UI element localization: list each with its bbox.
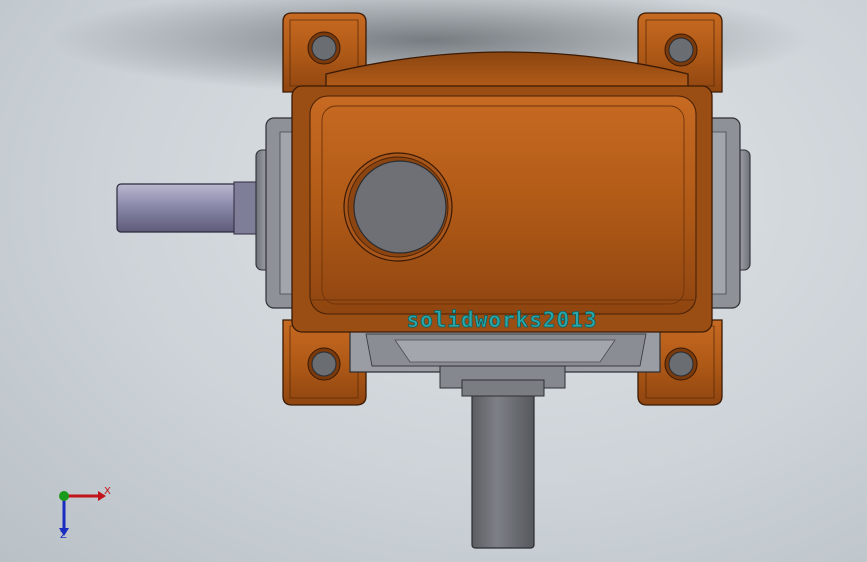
bottom-flange[interactable] [349, 323, 661, 397]
output-shaft[interactable] [471, 391, 535, 549]
gearbox-model[interactable]: solidworks2013 [0, 0, 867, 562]
z-axis-label: Z [60, 530, 67, 541]
graphics-viewport[interactable]: solidworks2013 X Z [0, 0, 867, 562]
watermark-text: solidworks2013 [406, 308, 597, 332]
y-axis-dot [59, 491, 69, 501]
inspection-port[interactable] [343, 152, 453, 262]
x-axis-label: X [104, 486, 111, 497]
coordinate-triad-icon: X Z [52, 482, 122, 546]
input-shaft[interactable] [116, 183, 246, 233]
